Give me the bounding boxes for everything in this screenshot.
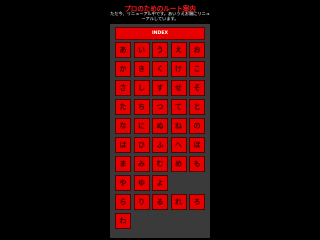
kana-button[interactable]: も	[189, 156, 205, 172]
kana-button[interactable]: ま	[115, 156, 131, 172]
kana-button[interactable]: た	[115, 99, 131, 115]
kana-button[interactable]: く	[152, 61, 168, 77]
kana-button[interactable]: の	[189, 118, 205, 134]
kana-button[interactable]: ぬ	[152, 118, 168, 134]
kana-button[interactable]: し	[133, 80, 150, 96]
kana-button[interactable]: さ	[115, 80, 131, 96]
kana-grid: あいうえおかきくけこさしすせそたちつてとなにぬねのはひふへほまみむめもやゆよらり…	[115, 42, 205, 229]
kana-button[interactable]: け	[170, 61, 187, 77]
kana-button[interactable]: ほ	[189, 137, 205, 153]
kana-button[interactable]: み	[133, 156, 150, 172]
kana-button[interactable]: よ	[152, 175, 168, 191]
kana-button[interactable]: や	[115, 175, 131, 191]
kana-button[interactable]: う	[152, 42, 168, 58]
empty-cell	[134, 213, 150, 229]
kana-button[interactable]: ゆ	[133, 175, 150, 191]
index-button[interactable]: INDEX	[115, 27, 205, 40]
empty-cell	[189, 175, 205, 191]
kana-button[interactable]: ふ	[152, 137, 168, 153]
kana-button[interactable]: ね	[170, 118, 187, 134]
kana-button[interactable]: そ	[189, 80, 205, 96]
kana-button[interactable]: り	[133, 194, 150, 210]
kana-button[interactable]: は	[115, 137, 131, 153]
kana-button[interactable]: か	[115, 61, 131, 77]
kana-button[interactable]: え	[170, 42, 187, 58]
kana-button[interactable]: と	[189, 99, 205, 115]
kana-button[interactable]: ち	[133, 99, 150, 115]
empty-cell	[171, 175, 187, 191]
kana-button[interactable]: む	[152, 156, 168, 172]
kana-button[interactable]: な	[115, 118, 131, 134]
kana-button[interactable]: め	[170, 156, 187, 172]
kana-button[interactable]: ろ	[189, 194, 205, 210]
kana-button[interactable]: す	[152, 80, 168, 96]
empty-cell	[171, 213, 187, 229]
kana-button[interactable]: ひ	[133, 137, 150, 153]
kana-button[interactable]: て	[170, 99, 187, 115]
empty-cell	[152, 213, 168, 229]
kana-button[interactable]: こ	[189, 61, 205, 77]
kana-button[interactable]: ら	[115, 194, 131, 210]
kana-button[interactable]: わ	[115, 213, 131, 229]
kana-button[interactable]: お	[189, 42, 205, 58]
kana-button[interactable]: あ	[115, 42, 131, 58]
kana-button[interactable]: い	[133, 42, 150, 58]
kana-button[interactable]: へ	[170, 137, 187, 153]
kana-button[interactable]: せ	[170, 80, 187, 96]
kana-button[interactable]: に	[133, 118, 150, 134]
kana-button[interactable]: き	[133, 61, 150, 77]
kana-button[interactable]: る	[152, 194, 168, 210]
kana-button[interactable]: つ	[152, 99, 168, 115]
empty-cell	[189, 213, 205, 229]
kana-button[interactable]: れ	[170, 194, 187, 210]
renewal-notice: ただ今、リニューアル中です。あいうえお順にリニューアルしています。	[110, 11, 210, 22]
